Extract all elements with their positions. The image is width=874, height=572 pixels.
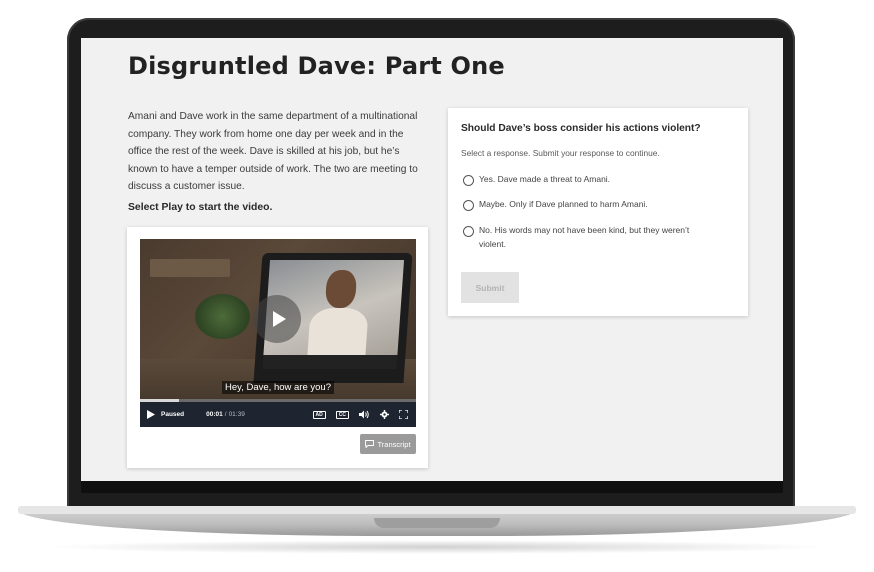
gear-icon	[380, 410, 389, 419]
laptop-shadow	[40, 540, 834, 554]
play-icon	[273, 311, 286, 327]
duration: 01:39	[228, 411, 245, 418]
closed-captions-icon: CC	[338, 411, 346, 418]
response-option-no[interactable]: No. His words may not have been kind, bu…	[463, 225, 713, 251]
play-button[interactable]	[147, 410, 155, 419]
response-option-yes[interactable]: Yes. Dave made a threat to Amani.	[463, 174, 723, 187]
laptop-notch	[374, 518, 500, 528]
radio-button[interactable]	[463, 175, 474, 186]
video-player[interactable]: Hey, Dave, how are you? Paused 00:01 / 0…	[140, 239, 416, 427]
play-icon	[147, 410, 155, 419]
time-separator: /	[224, 411, 227, 418]
current-time: 00:01	[206, 411, 223, 418]
caption-text: Hey, Dave, how are you?	[222, 381, 334, 394]
option-label: Yes. Dave made a threat to Amani.	[479, 174, 611, 184]
scenario-intro: Amani and Dave work in the same departme…	[128, 111, 418, 192]
video-card: Hey, Dave, how are you? Paused 00:01 / 0…	[127, 227, 428, 468]
laptop-bezel	[81, 481, 783, 493]
question-card: Should Dave’s boss consider his actions …	[448, 108, 748, 316]
fullscreen-button[interactable]	[399, 410, 408, 419]
question-instruction: Select a response. Submit your response …	[461, 148, 660, 158]
video-frame-call-toolbar	[262, 355, 398, 369]
play-overlay-button[interactable]	[253, 295, 301, 343]
transcript-icon	[365, 440, 375, 448]
video-frame-shelf	[150, 259, 230, 277]
transcript-label: Transcript	[377, 439, 411, 449]
radio-button[interactable]	[463, 226, 474, 237]
video-frame-plant	[195, 294, 250, 339]
question-title: Should Dave’s boss consider his actions …	[461, 123, 701, 134]
playback-status: Paused	[161, 411, 185, 418]
video-frame-person-body	[307, 308, 369, 355]
submit-button[interactable]: Submit	[461, 272, 519, 303]
option-label: Maybe. Only if Dave planned to harm Aman…	[479, 199, 648, 209]
option-label: No. His words may not have been kind, bu…	[479, 225, 690, 249]
video-frame-person	[324, 270, 358, 308]
volume-icon	[359, 410, 369, 419]
laptop-screen: Disgruntled Dave: Part One Amani and Dav…	[81, 38, 783, 481]
transcript-button[interactable]: Transcript	[360, 434, 416, 454]
settings-button[interactable]	[380, 410, 389, 419]
play-instruction: Select Play to start the video.	[128, 202, 273, 213]
audio-description-icon: AD	[315, 411, 323, 418]
video-caption: Hey, Dave, how are you?	[140, 381, 416, 394]
volume-button[interactable]	[359, 410, 370, 419]
fullscreen-icon	[399, 410, 408, 419]
captions-button[interactable]: CC	[335, 410, 349, 419]
video-controls: Paused 00:01 / 01:39 AD CC	[140, 402, 416, 427]
radio-button[interactable]	[463, 200, 474, 211]
laptop-base-edge	[18, 506, 856, 514]
response-option-maybe[interactable]: Maybe. Only if Dave planned to harm Aman…	[463, 199, 723, 212]
page-title: Disgruntled Dave: Part One	[128, 52, 505, 80]
audio-description-button[interactable]: AD	[312, 410, 326, 419]
